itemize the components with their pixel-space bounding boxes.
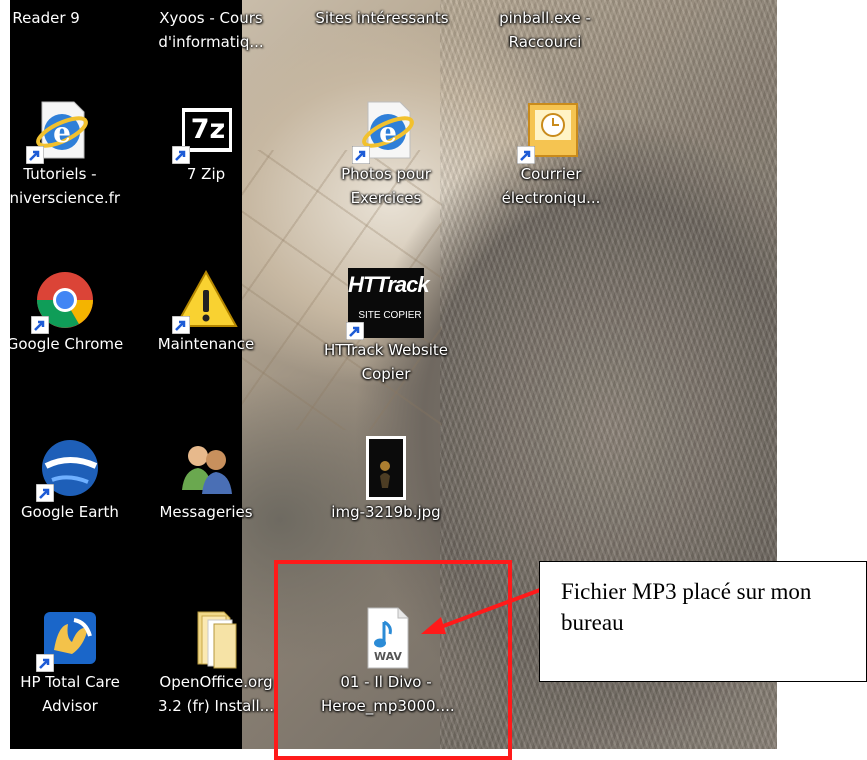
annotation-callout: Fichier MP3 placé sur mon bureau [539, 561, 867, 682]
callout-text: Fichier MP3 placé sur mon bureau [561, 579, 812, 635]
